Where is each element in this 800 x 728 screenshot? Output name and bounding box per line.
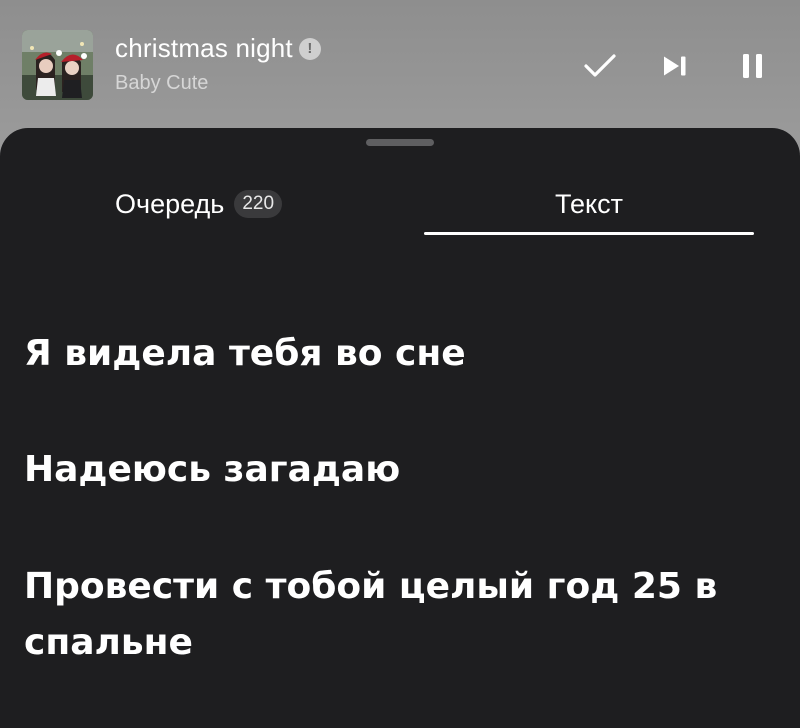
skip-next-button[interactable] [655,50,695,82]
explicit-badge: ! [298,37,321,60]
album-cover-image [22,30,93,100]
tab-queue-label: Очередь [115,188,225,219]
queue-count-badge: 220 [234,190,283,218]
pause-button[interactable] [733,50,773,82]
active-tab-indicator [424,232,754,235]
sheet-drag-handle[interactable] [366,139,434,146]
lyric-line[interactable]: Надеюсь загадаю [24,442,764,498]
like-button[interactable] [580,50,620,82]
track-title-row[interactable]: christmas night ! [115,33,321,64]
album-cover[interactable] [22,30,93,100]
mini-player[interactable]: christmas night ! Baby Cute [0,0,800,130]
lyrics-sheet: Очередь 220 Текст Я видела тебя во сне Н… [0,128,800,728]
skip-next-icon [664,56,686,76]
tab-lyrics[interactable]: Текст [424,184,754,224]
pause-icon [743,54,762,78]
track-title: christmas night [115,33,293,63]
checkmark-icon [584,54,616,77]
tab-queue[interactable]: Очередь 220 [115,184,283,224]
tab-lyrics-label: Текст [555,188,623,219]
lyric-line[interactable]: Провести с тобой целый год 25 в спальне [24,559,764,671]
track-artist[interactable]: Baby Cute [115,72,208,95]
lyric-line[interactable]: Я видела тебя во сне [24,326,764,382]
